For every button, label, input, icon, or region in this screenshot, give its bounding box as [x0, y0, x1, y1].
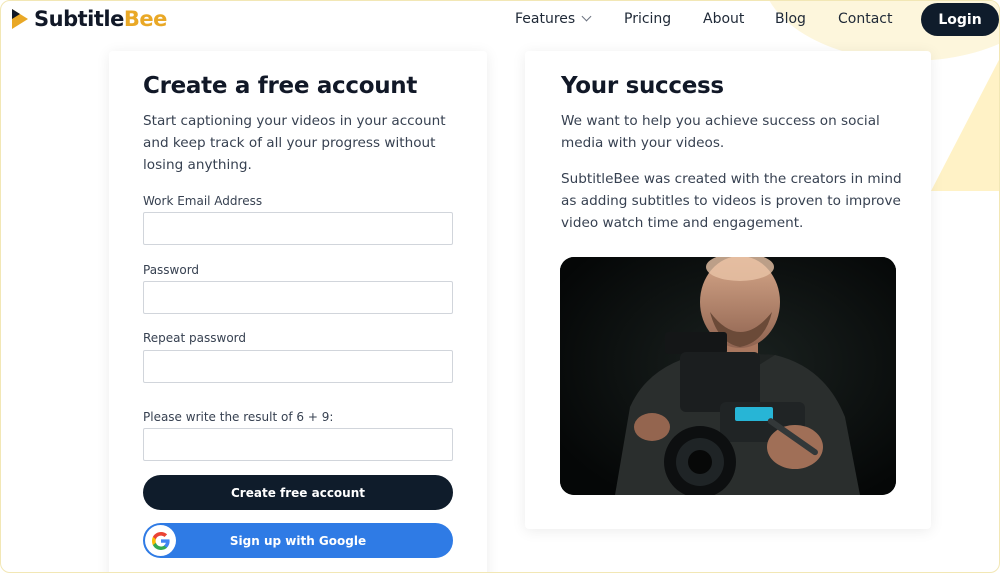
nav-pricing[interactable]: Pricing: [624, 11, 671, 27]
email-field[interactable]: [143, 212, 453, 245]
background-accent-shape: [931, 56, 999, 191]
nav-pricing-label: Pricing: [624, 11, 672, 27]
play-logo-icon: [12, 9, 28, 29]
videographer-illustration: [560, 257, 896, 495]
signup-title: Create a free account: [143, 73, 418, 99]
videographer-photo: [560, 257, 896, 495]
chevron-down-icon: [581, 11, 592, 22]
password-label: Password: [143, 263, 200, 277]
nav-blog[interactable]: Blog: [775, 11, 806, 27]
nav-about-label: About: [703, 11, 745, 27]
logo-text: SubtitleBee: [34, 7, 167, 31]
captcha-label: Please write the result of 6 + 9:: [143, 410, 334, 424]
site-header: SubtitleBee Features Pricing About Blog …: [1, 1, 999, 57]
success-paragraph-2: SubtitleBee was created with the creator…: [561, 171, 902, 231]
password-field[interactable]: [143, 281, 453, 314]
repeat-password-label: Repeat password: [143, 331, 247, 345]
nav-blog-label: Blog: [775, 11, 806, 27]
nav-contact-label: Contact: [838, 11, 893, 27]
nav-about[interactable]: About: [703, 11, 744, 27]
email-label: Work Email Address: [143, 194, 263, 208]
signup-intro: Start captioning your videos in your acc…: [143, 113, 446, 173]
nav-features-label: Features: [515, 11, 576, 27]
nav-contact[interactable]: Contact: [838, 11, 892, 27]
logo[interactable]: SubtitleBee: [10, 6, 167, 32]
create-account-button[interactable]: Create free account: [143, 475, 453, 510]
nav-features[interactable]: Features: [515, 11, 592, 27]
captcha-field[interactable]: [143, 428, 453, 461]
success-paragraph-1: We want to help you achieve success on s…: [561, 113, 880, 151]
google-icon: [145, 525, 176, 556]
page: SubtitleBee Features Pricing About Blog …: [0, 0, 1000, 573]
login-button[interactable]: Login: [921, 3, 999, 36]
success-title: Your success: [561, 73, 724, 99]
repeat-password-field[interactable]: [143, 350, 453, 383]
google-signup-button[interactable]: Sign up with Google: [143, 523, 453, 558]
google-signup-label: Sign up with Google: [229, 533, 367, 548]
